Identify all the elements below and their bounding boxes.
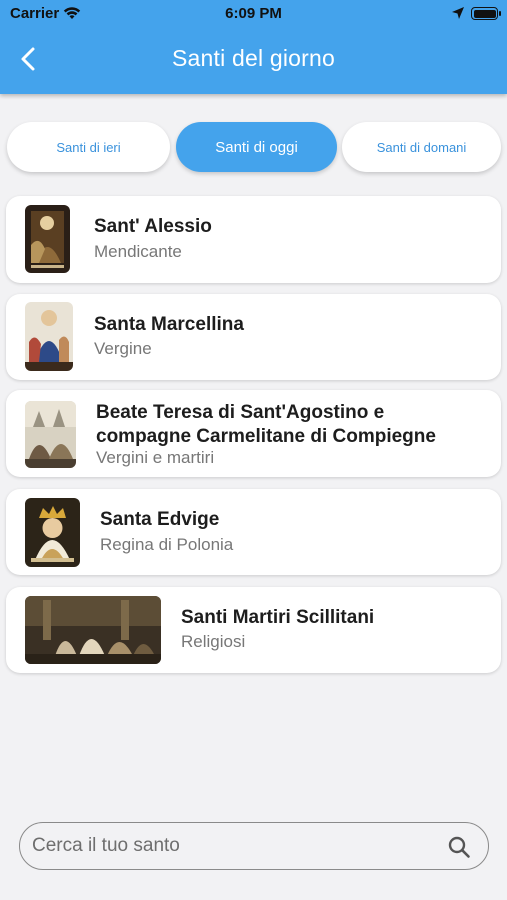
saint-name: Santa Marcellina: [94, 314, 244, 335]
search-bar: [19, 822, 489, 870]
saint-image: [25, 498, 80, 567]
saint-card-alessio[interactable]: Sant' Alessio Mendicante: [6, 196, 501, 283]
saint-image: [25, 302, 73, 371]
saint-image: [25, 596, 161, 664]
saint-card-edvige[interactable]: Santa Edvige Regina di Polonia: [6, 489, 501, 575]
saint-card-teresa[interactable]: Beate Teresa di Sant'Agostino e compagne…: [6, 390, 501, 477]
navigation-bar: Carrier 6:09 PM Santi del giorno: [0, 0, 507, 94]
saint-image: [25, 205, 70, 273]
saint-image: [25, 401, 76, 468]
saint-description: Regina di Polonia: [100, 535, 234, 554]
saint-description: Vergini e martiri: [96, 448, 215, 467]
day-selector: Santi di ieri Santi di oggi Santi di dom…: [0, 122, 507, 174]
saint-description: Vergine: [94, 339, 152, 358]
tab-santi-di-ieri[interactable]: Santi di ieri: [7, 122, 170, 172]
saint-description: Mendicante: [94, 242, 182, 261]
tab-santi-di-oggi[interactable]: Santi di oggi: [176, 122, 337, 172]
saint-description: Religiosi: [181, 632, 246, 651]
clock: 6:09 PM: [225, 5, 282, 22]
tab-santi-di-domani[interactable]: Santi di domani: [342, 122, 501, 172]
saint-name-line-2: compagne Carmelitane di Compiegne: [96, 426, 436, 447]
saint-name-line-1: Beate Teresa di Sant'Agostino e: [96, 402, 385, 423]
search-input[interactable]: [32, 831, 432, 861]
location-arrow-icon: [451, 6, 465, 25]
saint-name: Sant' Alessio: [94, 216, 212, 237]
status-bar: Carrier 6:09 PM: [0, 0, 507, 28]
page-title: Santi del giorno: [171, 45, 336, 71]
saint-name: Beate Teresa di Sant'Agostino e compagne…: [96, 401, 436, 449]
saint-name: Santi Martiri Scillitani: [181, 607, 375, 628]
saint-name: Santa Edvige: [100, 509, 220, 530]
saint-card-scillitani[interactable]: Santi Martiri Scillitani Religiosi: [6, 587, 501, 673]
saint-card-marcellina[interactable]: Santa Marcellina Vergine: [6, 294, 501, 380]
battery-icon: [471, 7, 501, 20]
search-icon[interactable]: [447, 835, 471, 859]
